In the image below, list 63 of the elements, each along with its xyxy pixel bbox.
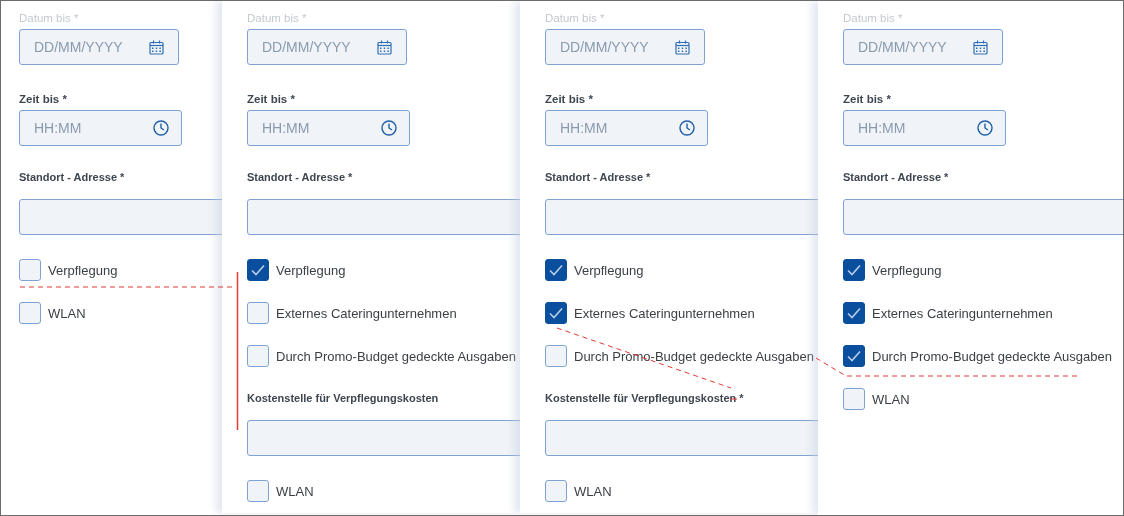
date-field[interactable]: DD/MM/YYYY: [843, 29, 1003, 65]
checkbox-label: Externes Cateringunternehmen: [276, 305, 457, 321]
clock-icon: [381, 120, 397, 136]
calendar-icon: [377, 39, 392, 55]
checkbox-label: Durch Promo-Budget gedeckte Ausgaben: [276, 348, 516, 364]
checkbox[interactable]: [247, 345, 269, 367]
checkbox-label: Verpflegung: [872, 262, 942, 278]
field-label: Kostenstelle für Verpflegungskosten *: [545, 391, 744, 405]
field-label: Zeit bis *: [247, 92, 295, 106]
input-field[interactable]: [545, 199, 818, 235]
checkbox[interactable]: [545, 345, 567, 367]
date-field[interactable]: DD/MM/YYYY: [545, 29, 705, 65]
checkbox-label: WLAN: [574, 483, 612, 499]
checkbox-label: Verpflegung: [48, 262, 118, 278]
field-label: Zeit bis *: [843, 92, 891, 106]
checkbox-label: Verpflegung: [574, 262, 644, 278]
clock-icon: [977, 120, 993, 136]
checkbox[interactable]: [843, 302, 865, 324]
checkbox[interactable]: [545, 259, 567, 281]
calendar-icon: [675, 39, 690, 55]
field-label: Datum bis *: [19, 11, 79, 25]
checkbox[interactable]: [247, 259, 269, 281]
input-field[interactable]: [247, 199, 520, 235]
time-field[interactable]: HH:MM: [247, 110, 410, 146]
field-label: Zeit bis *: [19, 92, 67, 106]
checkbox-label: WLAN: [48, 305, 86, 321]
field-label: Datum bis *: [843, 11, 903, 25]
checkbox[interactable]: [545, 302, 567, 324]
checkbox[interactable]: [545, 480, 567, 502]
clock-icon: [153, 120, 169, 136]
calendar-icon: [149, 39, 164, 55]
checkbox-label: Externes Cateringunternehmen: [872, 305, 1053, 321]
input-field[interactable]: [843, 199, 1123, 235]
input-field[interactable]: [247, 420, 520, 456]
checkbox[interactable]: [247, 302, 269, 324]
date-field[interactable]: DD/MM/YYYY: [247, 29, 407, 65]
checkbox-label: Verpflegung: [276, 262, 346, 278]
calendar-icon: [973, 39, 988, 55]
checkbox[interactable]: [843, 388, 865, 410]
checkbox[interactable]: [247, 480, 269, 502]
checkbox-label: WLAN: [872, 391, 910, 407]
field-label: Datum bis *: [247, 11, 307, 25]
field-label: Standort - Adresse *: [247, 170, 353, 184]
checkbox-label: Externes Cateringunternehmen: [574, 305, 755, 321]
field-label: Kostenstelle für Verpflegungskosten: [247, 391, 439, 405]
field-label: Datum bis *: [545, 11, 605, 25]
time-field[interactable]: HH:MM: [843, 110, 1006, 146]
field-label: Standort - Adresse *: [843, 170, 949, 184]
field-label: Standort - Adresse *: [19, 170, 125, 184]
checkbox-label: Durch Promo-Budget gedeckte Ausgaben: [574, 348, 814, 364]
checkbox[interactable]: [19, 259, 41, 281]
input-field[interactable]: [545, 420, 818, 456]
field-label: Zeit bis *: [545, 92, 593, 106]
date-field[interactable]: DD/MM/YYYY: [19, 29, 179, 65]
field-label: Standort - Adresse *: [545, 170, 651, 184]
time-field[interactable]: HH:MM: [19, 110, 182, 146]
time-field[interactable]: HH:MM: [545, 110, 708, 146]
checkbox[interactable]: [843, 345, 865, 367]
clock-icon: [679, 120, 695, 136]
checkbox-label: Durch Promo-Budget gedeckte Ausgaben: [872, 348, 1112, 364]
checkbox[interactable]: [19, 302, 41, 324]
checkbox-label: WLAN: [276, 483, 314, 499]
checkbox[interactable]: [843, 259, 865, 281]
